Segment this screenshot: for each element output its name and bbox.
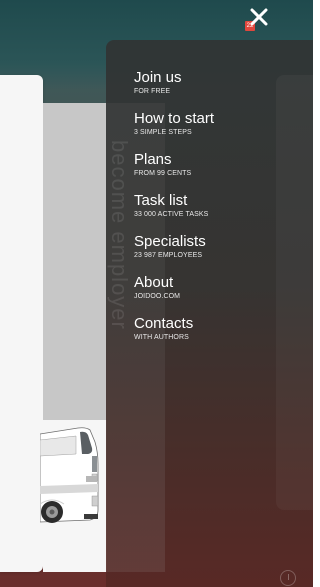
vertical-watermark-text: become employer (107, 140, 132, 330)
menu-item-title: Specialists (134, 233, 206, 250)
menu-item-subtitle: 3 SIMPLE STEPS (134, 129, 192, 136)
background-card (0, 75, 43, 572)
menu-item-how-to-start[interactable]: How to start 3 SIMPLE STEPS (134, 111, 304, 138)
app-screen: become employer 22 Join us FOR FREE How … (0, 0, 313, 587)
main-menu: Join us FOR FREE How to start 3 SIMPLE S… (134, 70, 304, 357)
menu-item-title: Join us (134, 69, 182, 86)
menu-item-subtitle: JOIDOO.COM (134, 293, 181, 300)
menu-item-title: Task list (134, 192, 188, 209)
menu-item-subtitle: 23 987 EMPLOYEES (134, 252, 203, 259)
menu-item-task-list[interactable]: Task list 33 000 ACTIVE TASKS (134, 193, 304, 220)
menu-item-title: Contacts (134, 315, 194, 332)
menu-item-contacts[interactable]: Contacts WITH AUTHORS (134, 316, 304, 343)
van-image (40, 427, 99, 523)
info-icon[interactable] (280, 570, 296, 586)
close-icon[interactable] (248, 6, 270, 28)
menu-item-subtitle: FOR FREE (134, 88, 171, 95)
menu-item-about[interactable]: About JOIDOO.COM (134, 275, 304, 302)
menu-item-subtitle: 33 000 ACTIVE TASKS (134, 211, 209, 218)
menu-item-subtitle: FROM 99 CENTS (134, 170, 192, 177)
menu-item-title: How to start (134, 110, 215, 127)
menu-item-plans[interactable]: Plans FROM 99 CENTS (134, 152, 304, 179)
menu-item-subtitle: WITH AUTHORS (134, 334, 189, 341)
menu-item-title: About (134, 274, 174, 291)
menu-item-title: Plans (134, 151, 172, 168)
menu-item-join-us[interactable]: Join us FOR FREE (134, 70, 304, 97)
menu-item-specialists[interactable]: Specialists 23 987 EMPLOYEES (134, 234, 304, 261)
